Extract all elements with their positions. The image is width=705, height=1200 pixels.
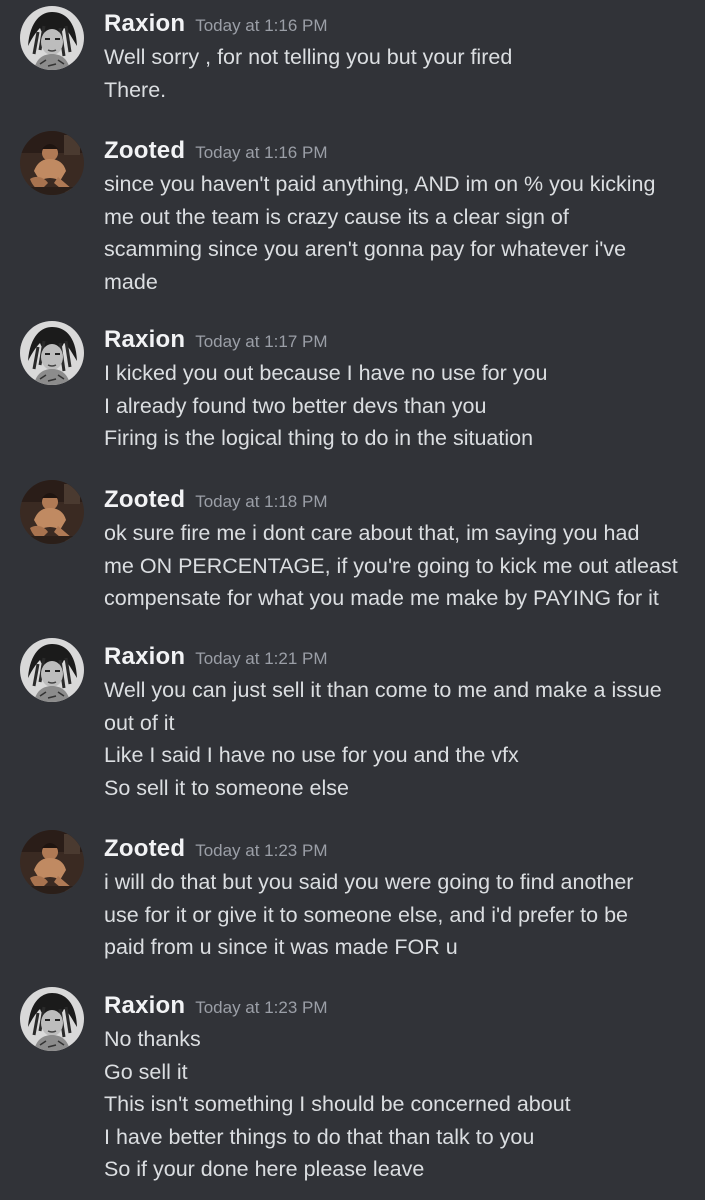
message-line: ok sure fire me i dont care about that, … [104,521,640,545]
message-header: Zooted Today at 1:23 PM [104,835,328,865]
message-header: Raxion Today at 1:17 PM [104,326,328,356]
message-body: I kicked you out because I have no use f… [104,357,694,455]
message-body: ok sure fire me i dont care about that, … [104,517,694,615]
raxion-avatar[interactable] [20,321,84,385]
timestamp[interactable]: Today at 1:16 PM [195,143,327,162]
message-line: i will do that but you said you were goi… [104,870,634,894]
message-line: I already found two better devs than you [104,393,487,418]
message-line: So sell it to someone else [104,775,349,800]
zooted-avatar[interactable] [20,131,84,195]
message-line: No thanks [104,1027,201,1051]
message-header: Zooted Today at 1:16 PM [104,137,328,167]
message-body: No thanks Go sell it This isn't somethin… [104,1023,694,1186]
message-line: Well you can just sell it than come to m… [104,678,662,702]
message-line: So if your done here please leave [104,1157,425,1181]
message-line: use for it or give it to someone else, a… [104,902,628,927]
message-line: scamming since you aren't gonna pay for … [104,237,627,261]
zooted-avatar[interactable] [20,830,84,894]
timestamp[interactable]: Today at 1:16 PM [195,16,327,35]
raxion-avatar[interactable] [20,638,84,702]
zooted-avatar[interactable] [20,480,84,544]
author-name[interactable]: Raxion [104,643,185,670]
author-name[interactable]: Zooted [104,137,185,164]
message-line: This isn't something I should be concern… [104,1092,571,1116]
message-header: Raxion Today at 1:16 PM [104,10,328,40]
message-line: Like I said I have no use for you and th… [104,743,519,767]
message-line: out of it [104,710,175,735]
author-name[interactable]: Raxion [104,326,185,353]
timestamp[interactable]: Today at 1:23 PM [195,998,327,1017]
message-header: Raxion Today at 1:23 PM [104,992,328,1022]
message-line: Firing is the logical thing to do in the… [104,426,534,450]
message-body: since you haven't paid anything, AND im … [104,168,694,298]
message-header: Raxion Today at 1:21 PM [104,643,328,673]
author-name[interactable]: Raxion [104,10,185,37]
message-line: There. [104,77,167,102]
message-body: i will do that but you said you were goi… [104,866,694,964]
message-line: since you haven't paid anything, AND im … [104,172,656,196]
raxion-avatar[interactable] [20,6,84,70]
message-header: Zooted Today at 1:18 PM [104,486,328,516]
raxion-avatar[interactable] [20,987,84,1051]
message-line: me ON PERCENTAGE, if you're going to kic… [104,553,678,578]
message-line: made [104,269,158,294]
timestamp[interactable]: Today at 1:21 PM [195,649,327,668]
author-name[interactable]: Zooted [104,486,185,513]
message-body: Well sorry , for not telling you but you… [104,41,694,106]
message-line: I kicked you out because I have no use f… [104,361,548,385]
message-body: Well you can just sell it than come to m… [104,674,694,804]
timestamp[interactable]: Today at 1:23 PM [195,841,327,860]
timestamp[interactable]: Today at 1:18 PM [195,492,327,511]
message-line: compensate for what you made me make by … [104,586,659,610]
message-line: Go sell it [104,1059,188,1084]
message-line: I have better things to do that than tal… [104,1124,535,1149]
timestamp[interactable]: Today at 1:17 PM [195,332,327,351]
author-name[interactable]: Raxion [104,992,185,1019]
author-name[interactable]: Zooted [104,835,185,862]
message-line: Well sorry , for not telling you but you… [104,45,513,69]
message-line: paid from u since it was made FOR u [104,935,458,959]
message-line: me out the team is crazy cause its a cle… [104,204,569,229]
